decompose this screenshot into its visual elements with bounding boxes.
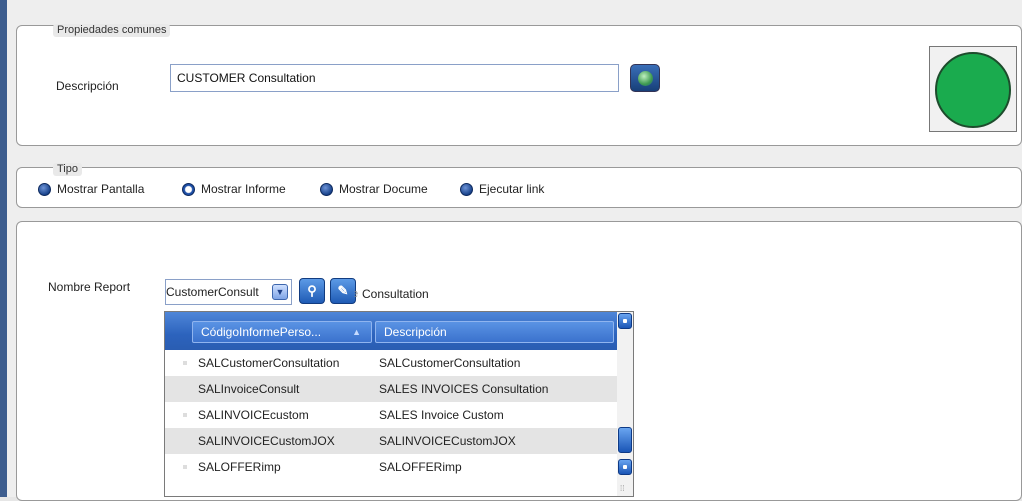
search-button[interactable]: ⚲ (299, 278, 325, 304)
scroll-down-icon[interactable] (618, 459, 632, 475)
row-handle-icon (183, 361, 187, 365)
table-row[interactable]: SALInvoiceConsult SALES INVOICES Consult… (165, 376, 617, 402)
edit-icon: ✎ (337, 283, 349, 298)
column-header-description[interactable]: Descripción (375, 321, 614, 343)
cell-code: SALInvoiceConsult (198, 382, 300, 396)
radio-mostrar-pantalla[interactable]: Mostrar Pantalla (38, 182, 144, 196)
common-properties-legend: Propiedades comunes (53, 24, 171, 37)
scroll-up-icon[interactable] (618, 313, 632, 329)
cell-code: SALOFFERimp (198, 460, 281, 474)
table-row[interactable]: SALOFFERimp SALOFFERimp (165, 454, 617, 480)
translate-button[interactable] (630, 64, 660, 92)
vertical-scrollbar[interactable] (617, 312, 633, 496)
cell-code: SALCustomerConsultation (198, 356, 340, 370)
table-row[interactable]: SALCustomerConsultation SALCustomerConsu… (165, 350, 617, 376)
radio-icon (460, 182, 473, 196)
status-circle-icon (935, 52, 1011, 128)
chevron-down-icon[interactable]: ▼ (272, 284, 288, 300)
sort-asc-icon: ▲ (352, 327, 361, 337)
cell-description: SALINVOICECustomJOX (379, 434, 516, 448)
edit-button[interactable]: ✎ (330, 278, 356, 304)
cell-description: SALES Invoice Custom (379, 408, 504, 422)
globe-icon (638, 71, 653, 86)
cell-code: SALINVOICECustomJOX (198, 434, 335, 448)
radio-icon (38, 182, 51, 196)
table-row[interactable]: SALINVOICECustomJOX SALINVOICECustomJOX (165, 428, 617, 454)
radio-label: Ejecutar link (479, 182, 545, 196)
resize-grip-icon[interactable]: ⁞⁞ (620, 484, 624, 493)
radio-icon (320, 182, 333, 196)
table-row[interactable]: SALINVOICEcustom SALES Invoice Custom (165, 402, 617, 428)
radio-selected-icon (182, 182, 195, 196)
description-input[interactable]: CUSTOMER Consultation (170, 64, 619, 92)
row-handle-icon (183, 465, 187, 469)
radio-mostrar-informe[interactable]: Mostrar Informe (182, 182, 286, 196)
cell-description: SALES INVOICES Consultation (379, 382, 549, 396)
description-label: Descripción (56, 79, 119, 93)
report-dropdown-grid[interactable]: CódigoInformePerso... ▲ Descripción SALC… (164, 311, 634, 497)
column-header-code[interactable]: CódigoInformePerso... ▲ (192, 321, 372, 343)
report-name-label: Nombre Report (48, 280, 131, 294)
radio-ejecutar-link[interactable]: Ejecutar link (460, 182, 544, 196)
grid-header: CódigoInformePerso... ▲ Descripción (165, 312, 617, 350)
status-indicator (929, 46, 1017, 132)
report-description-text: Consultation (362, 287, 429, 301)
scroll-thumb[interactable] (618, 427, 632, 453)
search-icon: ⚲ (307, 283, 317, 298)
radio-label: Mostrar Pantalla (57, 182, 145, 196)
tipo-legend: Tipo (53, 163, 82, 176)
cell-description: SALOFFERimp (379, 460, 462, 474)
window-frame: Propiedades comunes Descripción CUSTOMER… (0, 0, 1022, 501)
radio-label: Mostrar Docume (339, 182, 428, 196)
row-handle-icon (183, 413, 187, 417)
cell-description: SALCustomerConsultation (379, 356, 521, 370)
radio-label: Mostrar Informe (201, 182, 286, 196)
cell-code: SALINVOICEcustom (198, 408, 309, 422)
combo-value: CustomerConsult (166, 285, 259, 299)
report-name-combo[interactable]: CustomerConsult ▼ (165, 279, 292, 305)
radio-mostrar-documento[interactable]: Mostrar Docume (320, 182, 428, 196)
